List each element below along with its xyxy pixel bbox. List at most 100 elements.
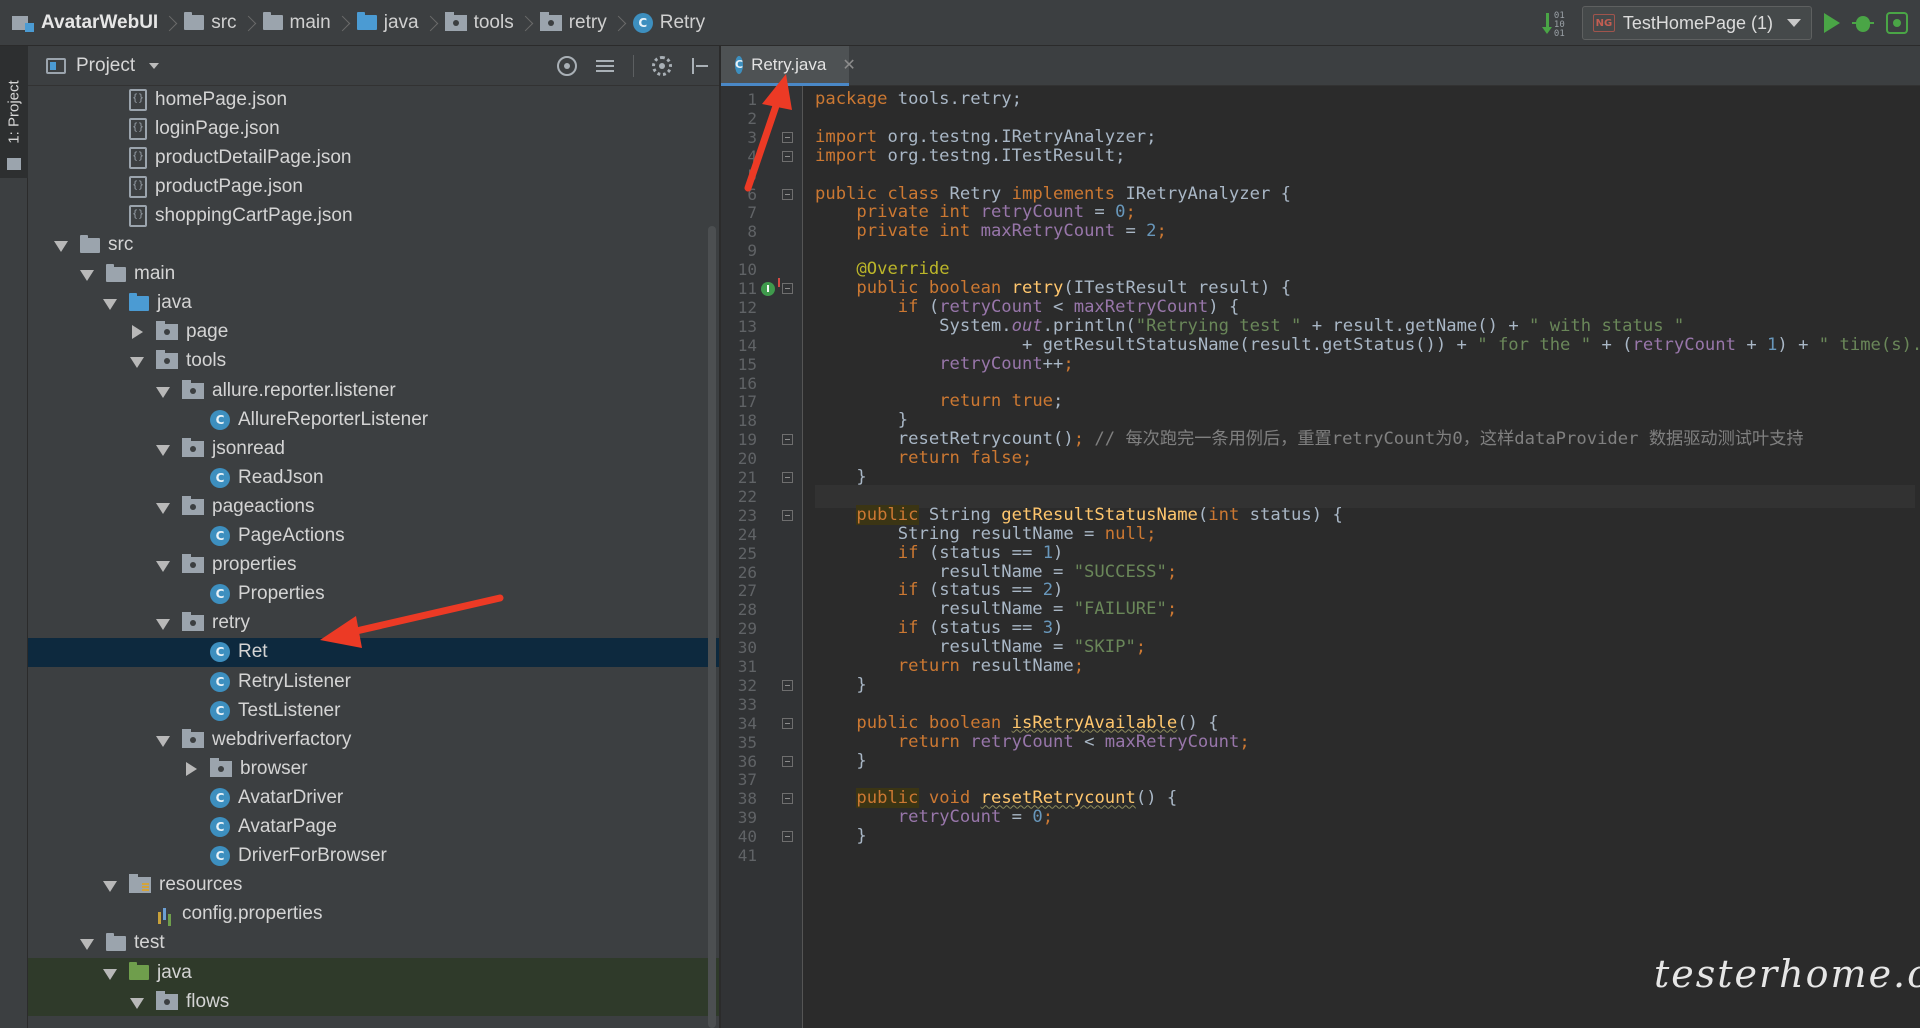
expand-icon[interactable] [184,761,197,776]
close-icon[interactable]: ✕ [842,55,855,75]
tree-item[interactable]: src [28,231,719,260]
tree-item[interactable]: java [28,289,719,318]
debug-icon[interactable] [1852,12,1874,34]
fold-marker-icon[interactable] [782,188,793,200]
fold-marker-icon[interactable] [782,131,793,143]
collapse-icon[interactable] [103,966,117,980]
tree-item[interactable]: shoppingCartPage.json [28,201,719,230]
collapse-icon[interactable] [103,296,117,311]
run-toolbar: 01 10 01 NG TestHomePage (1) [1541,0,1920,46]
collapse-icon[interactable] [54,238,68,252]
breadcrumb-item[interactable]: src [184,0,237,46]
class-icon: C [210,846,230,867]
collapse-icon[interactable] [80,267,94,282]
tab-label: Retry.java [751,54,827,74]
tree-item[interactable]: test [28,929,719,958]
tree-item[interactable]: page [28,318,719,347]
fold-marker-icon[interactable] [782,679,793,691]
tree-item[interactable]: webdriverfactory [28,725,719,754]
tree-item[interactable]: flows [28,987,719,1017]
tree-item[interactable]: C AllureReporterListener [28,405,719,434]
code-line: } [815,674,866,697]
breadcrumb-item[interactable]: tools [444,0,514,46]
fold-marker-icon[interactable] [782,472,793,483]
collapse-icon[interactable] [156,442,170,456]
collapse-icon[interactable] [156,558,170,573]
class-icon: C [210,642,230,663]
json-file-icon [129,175,147,198]
collapse-icon[interactable] [80,936,94,951]
implements-method-icon[interactable]: I [761,278,780,296]
coverage-icon[interactable] [1886,12,1908,34]
tree-item[interactable]: C PageActions [28,522,719,551]
collapse-icon[interactable] [156,500,170,514]
breadcrumb-item[interactable]: retry [539,0,607,46]
collapse-icon[interactable] [156,733,170,747]
code-token: // 每次跑完一条用例后，重置retryCount为0，这样dataProvid… [1094,429,1804,450]
tree-item[interactable]: productPage.json [28,172,719,201]
code-area[interactable]: package tools.retry; import org.testng.IR… [815,86,1920,1028]
run-icon[interactable] [1824,13,1840,33]
code-token: retryCount [939,353,1043,374]
code-token: retryCount [897,807,1002,828]
tree-item[interactable]: C AvatarDriver [28,783,719,812]
tree-item[interactable]: C TestListener [28,696,719,725]
source-folder-icon [129,292,149,311]
tree-item[interactable]: main [28,260,719,289]
tree-item[interactable]: C Ret [28,637,719,667]
breadcrumb-item[interactable]: C Retry [632,0,705,46]
fold-marker-icon[interactable] [782,509,793,521]
editor-tab-bar: C Retry.java ✕ [721,46,1920,86]
tree-item[interactable]: loginPage.json [28,114,719,143]
tree-item[interactable]: productDetailPage.json [28,143,719,172]
tree-item[interactable]: java [28,958,719,987]
hide-panel-icon[interactable] [690,56,710,76]
expand-icon[interactable] [130,325,143,340]
tree-item[interactable]: C RetryListener [28,667,719,696]
package-icon [182,728,204,748]
tree-item[interactable]: config.properties [28,900,719,929]
fold-marker-icon[interactable] [782,150,793,162]
tree-item[interactable]: jsonread [28,434,719,463]
project-tool-window-tab[interactable]: 1: Project [0,46,28,178]
code-token: return [897,731,960,752]
scroll-from-source-icon[interactable] [557,56,577,76]
code-token: } [815,467,867,487]
run-configuration-select[interactable]: NG TestHomePage (1) [1581,6,1812,40]
project-panel-title: Project [76,54,136,76]
project-view-select[interactable]: Project [28,54,160,77]
collapse-icon[interactable] [156,384,170,398]
breadcrumb-item[interactable]: AvatarWebUI [12,0,158,46]
breadcrumb-separator [520,10,532,36]
tree-item[interactable]: C DriverForBrowser [28,842,719,871]
tree-item[interactable]: homePage.json [28,85,719,114]
fold-marker-icon[interactable] [782,793,793,805]
breadcrumb-label: tools [473,11,514,33]
breadcrumb-item[interactable]: main [262,0,331,46]
tree-item[interactable]: allure.reporter.listener [28,376,719,405]
fold-marker-icon[interactable] [782,717,793,729]
sort-icon[interactable]: 01 10 01 [1541,10,1570,39]
collapse-icon[interactable] [103,878,117,893]
tree-item[interactable]: resources [28,871,719,900]
tree-item[interactable]: pageactions [28,492,719,521]
fold-marker-icon[interactable] [782,283,793,294]
fold-marker-icon[interactable] [782,831,793,843]
collapse-all-icon[interactable] [595,56,615,76]
tree-item[interactable]: C Properties [28,580,719,609]
collapse-icon[interactable] [130,995,144,1009]
collapse-icon[interactable] [130,354,144,369]
tree-item[interactable]: tools [28,347,719,376]
tree-item[interactable]: browser [28,754,719,783]
tab-retry-java[interactable]: C Retry.java ✕ [721,46,856,86]
tree-item[interactable]: properties [28,551,719,580]
tree-item[interactable]: C AvatarPage [28,813,719,842]
fold-marker-icon[interactable] [782,755,793,767]
tree-item[interactable]: retry [28,609,719,638]
gear-icon[interactable] [652,56,672,76]
fold-marker-icon[interactable] [782,434,793,446]
tree-item[interactable]: C ReadJson [28,463,719,492]
collapse-icon[interactable] [156,616,170,631]
project-tree-scrollbar[interactable] [708,226,716,1028]
breadcrumb-item[interactable]: java [356,0,419,46]
